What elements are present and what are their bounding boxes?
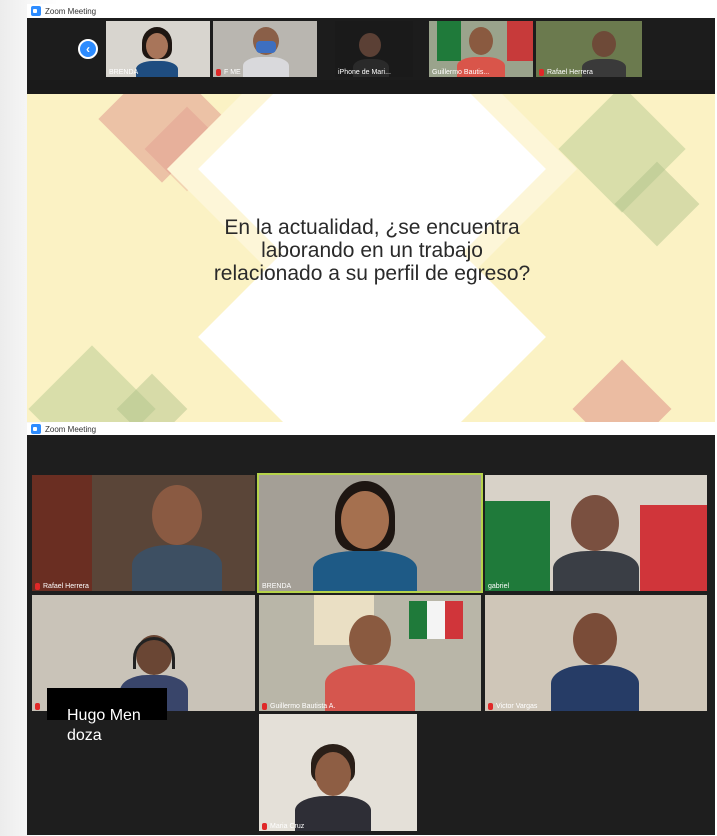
muted-mic-icon	[35, 703, 40, 710]
video-tile-maria[interactable]: Maria Cruz	[259, 714, 417, 831]
shared-slide: En la actualidad, ¿se encuentra laborand…	[27, 94, 715, 422]
muted-mic-icon	[262, 703, 267, 710]
title-bar: Zoom Meeting	[27, 4, 715, 18]
participant-name: Rafael Herrera	[547, 69, 593, 76]
muted-mic-icon	[539, 69, 544, 76]
participant-name: Maria Cruz	[270, 823, 305, 830]
participant-name: F ME	[224, 69, 241, 76]
participant-name: iPhone de Mari...	[338, 69, 391, 76]
slide-decoration	[572, 359, 672, 422]
muted-mic-icon	[216, 69, 221, 76]
slide-question: En la actualidad, ¿se encuentra laborand…	[213, 216, 531, 285]
zoom-window-gallery: Zoom Meeting Rafael Herrera BRENDA gabri…	[27, 423, 715, 835]
thumbnail-iphone[interactable]: iPhone de Mari...	[335, 21, 413, 77]
video-tile-brenda[interactable]: BRENDA	[257, 473, 483, 593]
participant-name: Guillermo Bautis...	[432, 69, 490, 76]
video-tile-guillermo[interactable]: Guillermo Bautista A.	[259, 595, 481, 711]
thumbnail-brenda[interactable]: BRENDA	[106, 21, 210, 77]
muted-mic-icon	[262, 823, 267, 830]
participant-name: BRENDA	[109, 69, 139, 76]
thumbnail-strip: ‹ BRENDA F ME iPhone de Mari... Guillerm…	[27, 18, 715, 80]
window-title: Zoom Meeting	[45, 6, 97, 16]
video-tile-rafael[interactable]: Rafael Herrera	[32, 475, 255, 591]
name-overlay-text: Hugo Mendoza	[67, 707, 141, 744]
video-tile-victor[interactable]: Victor Vargas	[485, 595, 707, 711]
participant-name: BRENDA	[262, 583, 292, 590]
window-title: Zoom Meeting	[45, 424, 97, 434]
zoom-logo-icon	[31, 6, 41, 16]
title-bar: Zoom Meeting	[27, 423, 715, 435]
participant-name: Guillermo Bautista A.	[270, 703, 336, 710]
thumbnail-f-me[interactable]: F ME	[213, 21, 317, 77]
thumbnail-guillermo[interactable]: Guillermo Bautis...	[429, 21, 533, 77]
zoom-window-share: Zoom Meeting ‹ BRENDA F ME iPhone de Mar…	[27, 4, 715, 422]
previous-page-icon[interactable]: ‹	[78, 39, 98, 59]
thumbnail-rafael[interactable]: Rafael Herrera	[536, 21, 642, 77]
participant-name: gabriel	[488, 583, 510, 590]
muted-mic-icon	[35, 583, 40, 590]
participant-name: Rafael Herrera	[43, 583, 89, 590]
muted-mic-icon	[488, 703, 493, 710]
video-tile-gabriel[interactable]: gabriel	[485, 475, 707, 591]
participant-name: Victor Vargas	[496, 703, 538, 710]
zoom-logo-icon	[31, 424, 41, 434]
